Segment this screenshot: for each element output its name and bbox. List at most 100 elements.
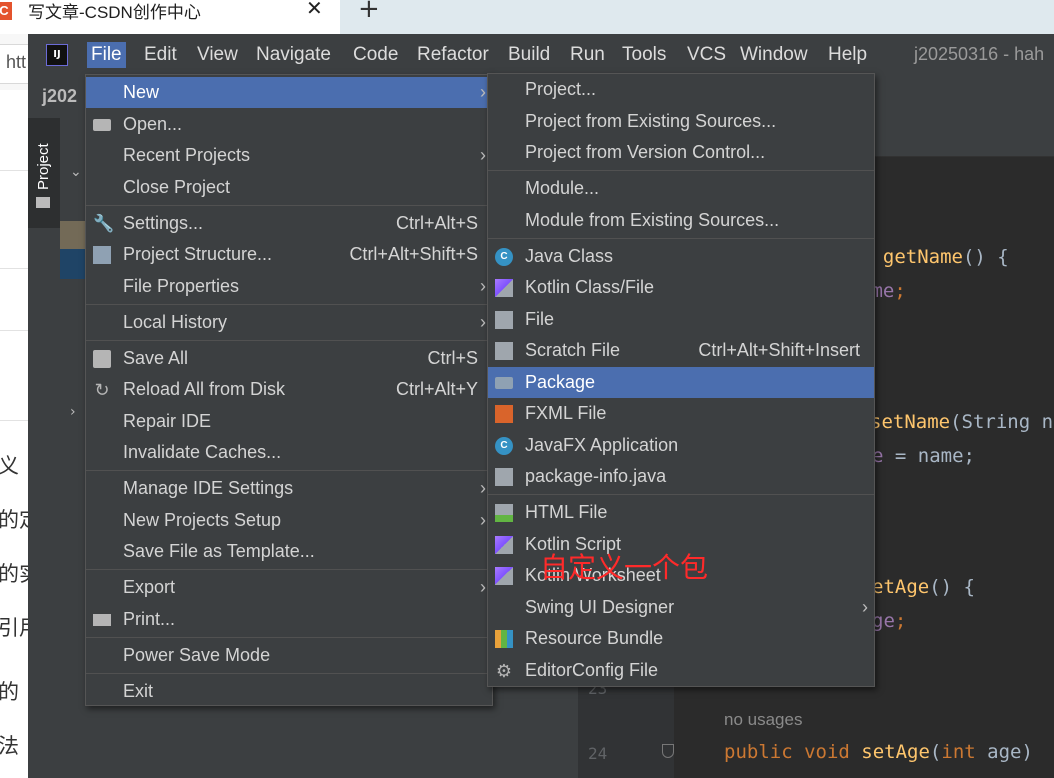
new-kotlin-class[interactable]: Kotlin Class/File [488,272,874,303]
code-line: ge; [872,610,906,632]
menu-item-project-structure[interactable]: Project Structure... Ctrl+Alt+Shift+S [86,239,492,270]
code-token: age) [975,741,1033,763]
url-text: htt [6,52,27,72]
menu-item-settings[interactable]: 🔧 Settings... Ctrl+Alt+S [86,208,492,239]
chevron-right-icon[interactable]: › [70,404,76,420]
project-breadcrumb[interactable]: j202 [42,86,77,107]
red-annotation: 自定义一个包 [540,551,709,584]
menu-item-repair-ide[interactable]: Repair IDE [86,406,492,437]
divider [0,330,28,331]
code-token: public void [724,741,862,763]
menu-code[interactable]: Code [353,42,398,68]
code-token: ; [894,280,906,302]
new-project-vcs[interactable]: Project from Version Control... [488,137,874,168]
new-module[interactable]: Module... [488,173,874,204]
menu-label: Reload All from Disk [123,379,286,399]
menu-label: New Projects Setup [123,510,282,530]
chevron-right-icon: › [480,312,486,332]
menu-separator [86,340,492,341]
fxml-file-icon [495,405,513,423]
menu-item-recent-projects[interactable]: Recent Projects › [86,140,492,171]
new-package[interactable]: Package [488,367,874,398]
chevron-down-icon[interactable]: ⌄ [70,164,82,180]
menu-item-new-projects-setup[interactable]: New Projects Setup › [86,505,492,536]
menu-separator [488,238,874,239]
menu-separator [86,637,492,638]
menu-item-save-as-template[interactable]: Save File as Template... [86,536,492,567]
new-editorconfig[interactable]: ⚙ EditorConfig File [488,655,874,686]
new-tab-icon[interactable]: + [358,0,380,24]
scratch-file-icon [495,342,513,360]
new-submenu: Project... Project from Existing Sources… [487,73,875,687]
menu-item-save-all[interactable]: Save All Ctrl+S [86,343,492,374]
new-scratch-file[interactable]: Scratch File Ctrl+Alt+Shift+Insert [488,335,874,366]
bg-text: 的 [0,680,19,704]
menu-vcs[interactable]: VCS [687,42,726,68]
menu-label: Scratch File [525,340,621,360]
menu-item-invalidate-caches[interactable]: Invalidate Caches... [86,437,492,468]
menu-tools[interactable]: Tools [622,42,666,68]
menu-label: Print... [123,609,176,629]
menu-item-new[interactable]: New › [86,77,492,108]
kotlin-script-icon [495,536,513,554]
menu-item-reload[interactable]: ↻ Reload All from Disk Ctrl+Alt+Y [86,374,492,405]
menu-window[interactable]: Window [740,42,808,68]
menu-item-power-save[interactable]: Power Save Mode [86,640,492,671]
fold-icon[interactable] [662,744,674,758]
new-fxml-file[interactable]: FXML File [488,398,874,429]
menu-refactor[interactable]: Refactor [417,42,489,68]
menu-file[interactable]: File [87,42,126,68]
code-token: ; [894,610,907,632]
new-swing-ui-designer[interactable]: Swing UI Designer › [488,592,874,623]
new-file[interactable]: File [488,304,874,335]
new-package-info[interactable]: package-info.java [488,461,874,492]
usage-hint[interactable]: no usages [724,710,802,730]
code-token: ( [929,741,942,763]
menu-navigate[interactable]: Navigate [256,42,331,68]
menu-label: Power Save Mode [123,645,271,665]
code-token: etAge [872,576,930,598]
menu-item-print[interactable]: Print... [86,604,492,635]
project-structure-icon [93,246,111,264]
browser-tab[interactable]: C 写文章-CSDN创作中心 ✕ [0,0,340,34]
code-line: etAge() { [872,576,975,598]
code-token: = name; [883,445,975,467]
menu-label: Save All [123,348,189,368]
new-project-existing[interactable]: Project from Existing Sources... [488,106,874,137]
tab-title: 写文章-CSDN创作中心 [28,3,201,22]
menu-edit[interactable]: Edit [144,42,177,68]
menu-build[interactable]: Build [508,42,550,68]
menu-label: Export [123,577,176,597]
new-java-class[interactable]: C Java Class [488,241,874,272]
menu-item-open[interactable]: Open... [86,109,492,140]
menu-run[interactable]: Run [570,42,605,68]
menu-item-close-project[interactable]: Close Project [86,172,492,203]
menu-view[interactable]: View [197,42,238,68]
chevron-right-icon: › [480,82,486,102]
menu-item-exit[interactable]: Exit [86,676,492,707]
menu-separator [86,470,492,471]
new-module-existing[interactable]: Module from Existing Sources... [488,205,874,236]
menu-label: package-info.java [525,466,667,486]
new-resource-bundle[interactable]: Resource Bundle [488,623,874,654]
new-javafx-application[interactable]: C JavaFX Application [488,430,874,461]
new-project[interactable]: Project... [488,74,874,105]
menu-label: Project from Existing Sources... [525,111,777,131]
shortcut: Ctrl+Alt+S [395,213,478,233]
menu-item-local-history[interactable]: Local History › [86,307,492,338]
background-page [0,90,28,778]
menu-item-manage-ide-settings[interactable]: Manage IDE Settings › [86,473,492,504]
gear-icon: ⚙ [495,661,513,681]
shortcut: Ctrl+Alt+Y [395,379,478,399]
menu-help[interactable]: Help [828,42,867,68]
menu-item-file-properties[interactable]: File Properties › [86,271,492,302]
divider [0,268,28,269]
chevron-right-icon: › [480,478,486,498]
new-html-file[interactable]: HTML File [488,497,874,528]
line-number: 24 [588,744,608,763]
tab-close-icon[interactable]: ✕ [306,0,323,20]
menu-label: Project from Version Control... [525,142,766,162]
menu-separator [488,494,874,495]
menu-item-export[interactable]: Export › [86,572,492,603]
menu-label: EditorConfig File [525,660,659,680]
